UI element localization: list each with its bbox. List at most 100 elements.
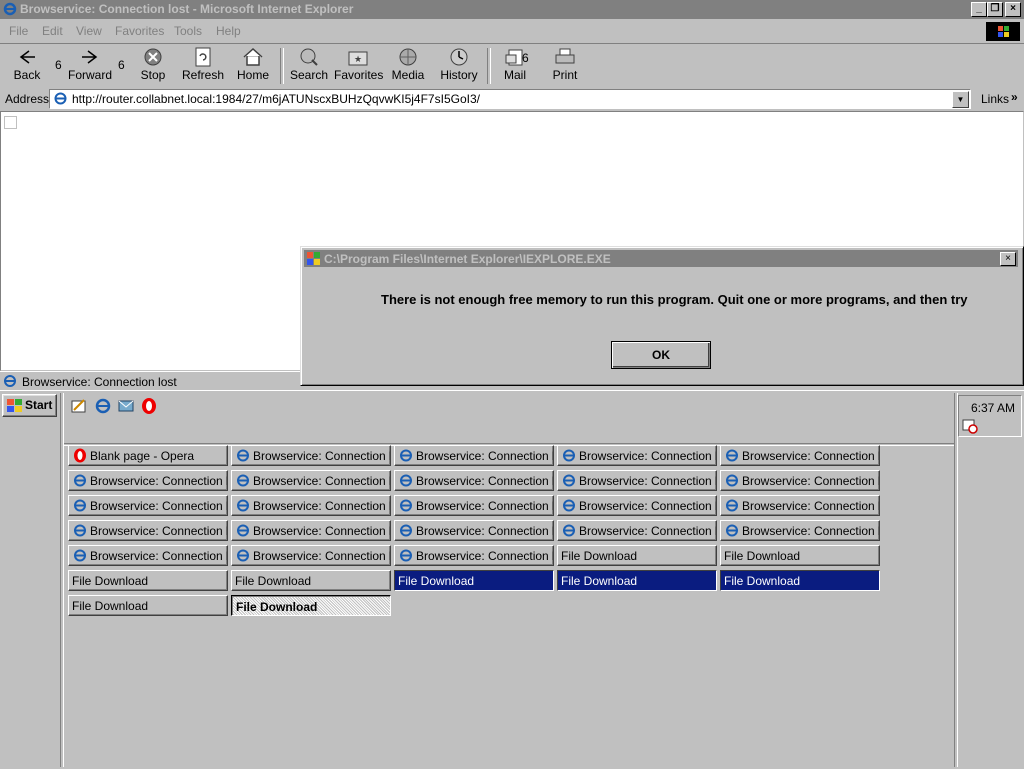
address-label: Address xyxy=(5,92,50,106)
taskbar-button[interactable]: Browservice: Connection l... xyxy=(231,495,391,516)
ok-button[interactable]: OK xyxy=(611,341,711,369)
favorites-folder-icon: ★ xyxy=(348,51,368,66)
taskbar-button[interactable]: Browservice: Connection l... xyxy=(68,545,228,566)
dialog-title-bar[interactable]: C:\Program Files\Internet Explorer\IEXPL… xyxy=(304,250,1018,267)
home-button[interactable]: Home xyxy=(229,47,277,85)
dialog-windows-icon xyxy=(307,252,320,265)
taskbar-button[interactable]: Browservice: Connection l... xyxy=(557,520,717,541)
menu-view[interactable]: View xyxy=(76,24,102,38)
taskbar-button[interactable]: Browservice: Connection l... xyxy=(720,445,880,466)
show-desktop-icon[interactable] xyxy=(70,397,88,415)
taskbar-button[interactable]: File Download xyxy=(231,570,391,591)
media-button[interactable]: Media xyxy=(384,47,432,85)
refresh-label: Refresh xyxy=(181,68,225,82)
taskbar-button[interactable]: Browservice: Connection l... xyxy=(557,445,717,466)
history-icon xyxy=(450,48,468,66)
address-dropdown-button[interactable]: ▼ xyxy=(952,91,969,108)
ie-icon xyxy=(563,449,575,462)
taskbar-button[interactable]: Browservice: Connection l... xyxy=(68,495,228,516)
favorites-button[interactable]: ★ Favorites xyxy=(334,47,383,85)
ie-icon xyxy=(400,449,412,462)
close-button[interactable]: × xyxy=(1005,2,1021,17)
taskbar-button[interactable]: Browservice: Connection l... xyxy=(557,470,717,491)
forward-history-count: 6 xyxy=(118,58,125,72)
taskbar-button[interactable]: Browservice: Connection l... xyxy=(68,520,228,541)
clock[interactable]: 6:37 AM xyxy=(971,401,1015,415)
dialog-title: C:\Program Files\Internet Explorer\IEXPL… xyxy=(324,252,611,266)
mail-button[interactable]: Mail xyxy=(491,47,539,85)
menu-bar: File Edit View Favorites Tools Help xyxy=(0,19,1024,44)
taskbar-button-label: Browservice: Connection l... xyxy=(253,524,391,538)
menu-file[interactable]: File xyxy=(9,24,28,38)
taskbar-button[interactable]: Browservice: Connection l... xyxy=(557,495,717,516)
menu-edit[interactable]: Edit xyxy=(42,24,63,38)
dialog-message: There is not enough free memory to run t… xyxy=(381,292,968,307)
standard-toolbar: Back 6 Forward 6 Stop Refresh Home Searc… xyxy=(0,44,1024,89)
outlook-express-icon[interactable] xyxy=(117,397,135,415)
taskbar-button-label: Browservice: Connection l... xyxy=(416,474,554,488)
ie-icon xyxy=(237,449,249,462)
taskbar-button[interactable]: File Download xyxy=(557,545,717,566)
restore-button[interactable]: ❐ xyxy=(987,2,1003,17)
scheduler-tray-icon[interactable] xyxy=(962,418,978,434)
home-icon xyxy=(243,47,263,66)
taskbar-button-label: Browservice: Connection l... xyxy=(579,524,717,538)
back-label: Back xyxy=(13,68,41,82)
taskbar-button[interactable]: File Download xyxy=(557,570,717,591)
taskbar-button-label: File Download xyxy=(724,574,801,588)
ie-icon xyxy=(726,449,738,462)
taskbar-button[interactable]: Browservice: Connection l... xyxy=(68,470,228,491)
taskbar-button[interactable]: Browservice: Connection l... xyxy=(394,545,554,566)
start-button[interactable]: Start xyxy=(2,394,57,417)
window-title-bar[interactable]: Browservice: Connection lost - Microsoft… xyxy=(0,0,1024,19)
taskbar-button[interactable]: Browservice: Connection l... xyxy=(720,495,880,516)
taskbar-button[interactable]: File Download xyxy=(68,570,228,591)
taskbar-button-label: Browservice: Connection l... xyxy=(416,524,554,538)
quicklaunch-ie-icon[interactable] xyxy=(94,397,112,415)
printer-icon xyxy=(555,48,575,64)
taskbar-button[interactable]: Browservice: Connection l... xyxy=(720,520,880,541)
taskbar-button[interactable]: Blank page - Opera xyxy=(68,445,228,466)
ie-icon xyxy=(74,524,86,537)
taskbar-button[interactable]: Browservice: Connection l... xyxy=(231,545,391,566)
taskbar-button[interactable]: Browservice: Connection l... xyxy=(394,520,554,541)
search-label: Search xyxy=(289,68,329,82)
error-dialog: C:\Program Files\Internet Explorer\IEXPL… xyxy=(300,246,1024,386)
taskbar-button[interactable]: Browservice: Connection l... xyxy=(231,445,391,466)
links-chevron-icon[interactable]: » xyxy=(1011,90,1018,104)
menu-tools[interactable]: Tools xyxy=(174,24,202,38)
links-button[interactable]: Links xyxy=(981,92,1009,106)
taskbar-button[interactable]: Browservice: Connection l... xyxy=(231,470,391,491)
taskbar-button-label: Browservice: Connection l... xyxy=(742,474,880,488)
taskbar-button-label: File Download xyxy=(561,549,638,563)
stop-button[interactable]: Stop xyxy=(129,47,177,85)
taskbar-button[interactable]: Browservice: Connection l... xyxy=(394,495,554,516)
taskbar-button-label: Browservice: Connection l... xyxy=(90,474,228,488)
taskbar-button[interactable]: File Download xyxy=(231,595,391,616)
forward-button[interactable]: Forward xyxy=(66,47,114,85)
history-button[interactable]: History xyxy=(435,47,483,85)
back-button[interactable]: Back xyxy=(3,47,51,85)
print-button[interactable]: Print xyxy=(541,47,589,85)
menu-help[interactable]: Help xyxy=(216,24,241,38)
refresh-button[interactable]: Refresh xyxy=(179,47,227,85)
taskbar-button[interactable]: Browservice: Connection l... xyxy=(231,520,391,541)
forward-label: Forward xyxy=(67,68,112,82)
taskbar-button[interactable]: Browservice: Connection l... xyxy=(394,470,554,491)
taskbar-button[interactable]: File Download xyxy=(68,595,228,616)
taskbar-button[interactable]: Browservice: Connection l... xyxy=(394,445,554,466)
search-button[interactable]: Search xyxy=(285,47,333,85)
taskbar-button-label: Browservice: Connection l... xyxy=(253,549,391,563)
windows-logo-throbber xyxy=(986,22,1020,41)
address-input[interactable]: http://router.collabnet.local:1984/27/m6… xyxy=(49,89,971,109)
system-tray: 6:37 AM xyxy=(958,395,1022,437)
taskbar-button[interactable]: Browservice: Connection l... xyxy=(720,470,880,491)
taskbar-button[interactable]: File Download xyxy=(720,570,880,591)
taskbar-button[interactable]: File Download xyxy=(720,545,880,566)
menu-favorites[interactable]: Favorites xyxy=(115,24,164,38)
minimize-button[interactable]: _ xyxy=(971,2,987,17)
taskbar-button[interactable]: File Download xyxy=(394,570,554,591)
dialog-close-button[interactable]: × xyxy=(1000,252,1016,266)
quicklaunch-opera-icon[interactable] xyxy=(140,397,158,415)
taskbar-button-label: Browservice: Connection l... xyxy=(253,449,391,463)
